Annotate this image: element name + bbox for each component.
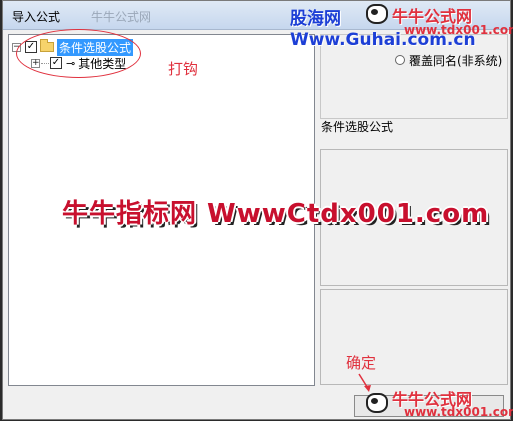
- ghost-title: 牛牛公式网: [91, 10, 152, 24]
- section-label: 条件选股公式: [321, 120, 394, 134]
- niu-url-bottom: www.tdx001.com: [404, 405, 513, 419]
- cow-logo-icon-bottom: [366, 393, 388, 413]
- niu-url-top: www.tdx001.com: [404, 23, 513, 37]
- center-watermark: 牛牛指标网 WwwCtdx001.com: [62, 199, 490, 229]
- annotation-confirm: 确定: [346, 354, 377, 372]
- window-title: 导入公式: [12, 10, 61, 24]
- annotation-check: 打钩: [168, 60, 199, 78]
- annotation-arrow: [358, 373, 371, 392]
- overwrite-radio[interactable]: [395, 55, 405, 65]
- status-bar: [8, 393, 348, 415]
- annotation-ellipse: [16, 29, 141, 78]
- cow-logo-icon: [366, 4, 388, 24]
- guhai-logo: 股海网: [290, 9, 341, 29]
- overwrite-label: 覆盖同名(非系统): [409, 54, 503, 68]
